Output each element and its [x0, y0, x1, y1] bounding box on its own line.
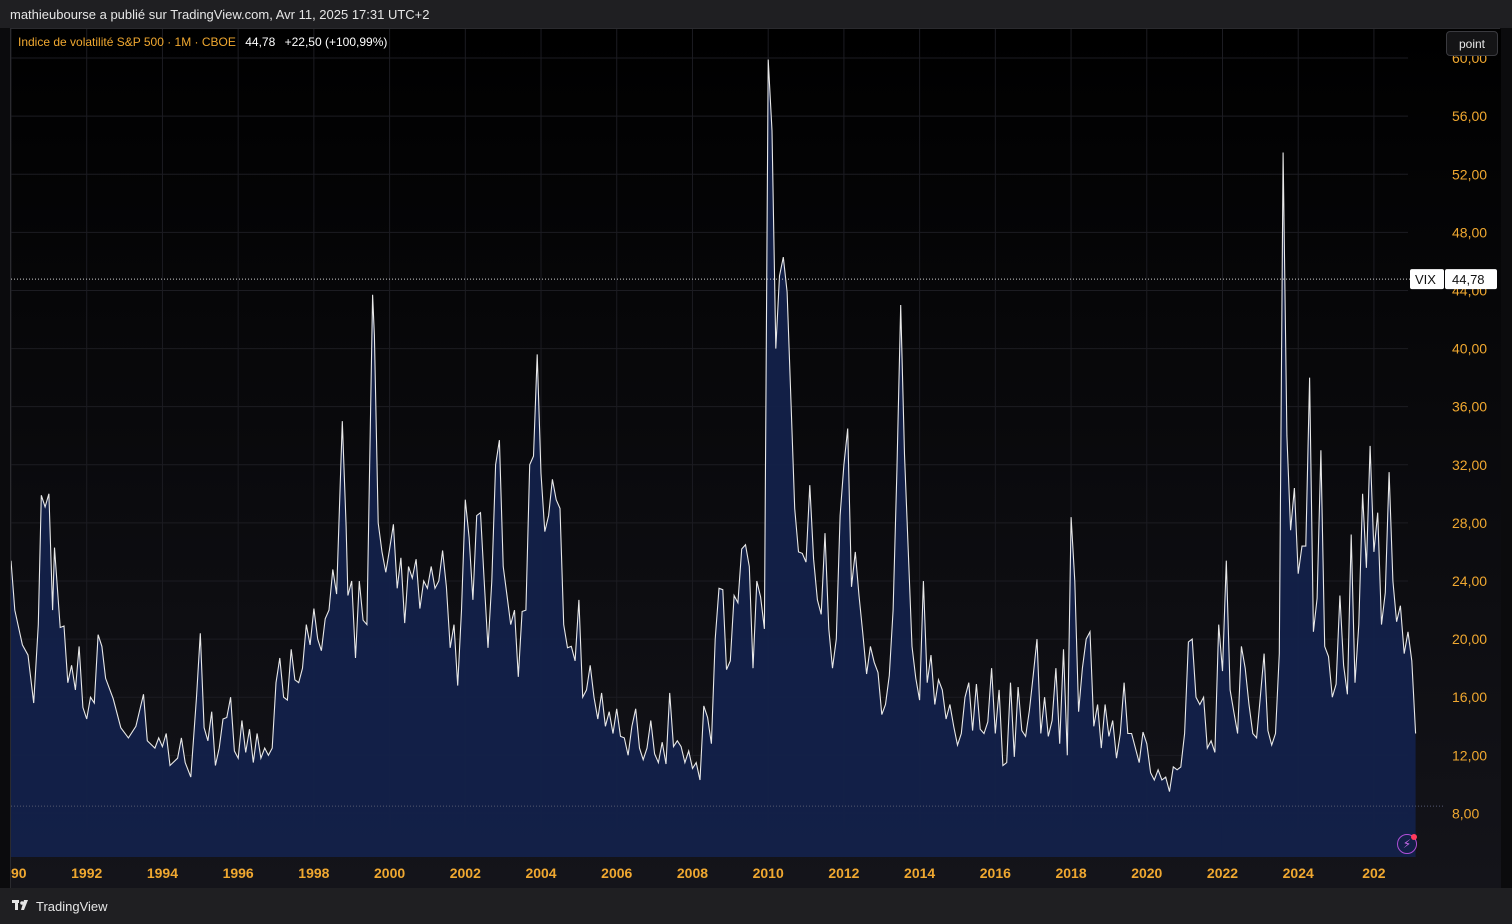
- y-tick-label: 28,00: [1452, 515, 1487, 531]
- x-tick-label: 2012: [828, 865, 859, 881]
- legend-change: +22,50 (+100,99%): [284, 35, 388, 49]
- publisher-bar: mathieubourse a publié sur TradingView.c…: [0, 0, 1512, 28]
- y-tick-label: 32,00: [1452, 457, 1487, 473]
- footer-bar: TradingView: [0, 888, 1512, 924]
- x-tick-label: 2018: [1055, 865, 1086, 881]
- notification-dot: [1411, 834, 1417, 840]
- publisher-line: mathieubourse a publié sur TradingView.c…: [10, 6, 430, 22]
- x-tick-label: 2004: [525, 865, 556, 881]
- x-tick-label: 2020: [1131, 865, 1162, 881]
- x-tick-label: 2016: [980, 865, 1011, 881]
- y-tick-label: 24,00: [1452, 573, 1487, 589]
- y-tick-label: 52,00: [1452, 166, 1487, 182]
- x-tick-label: 2000: [374, 865, 405, 881]
- price-tag-symbol: VIX: [1415, 272, 1436, 287]
- x-tick-label: 1992: [71, 865, 102, 881]
- chart-svg[interactable]: 8,00 12,00 16,00 20,00 24,00 28,00 32,00 36,00 4…: [11, 29, 1501, 889]
- y-tick-label: 8,00: [1452, 805, 1479, 821]
- legend-last-value: 44,78: [245, 35, 276, 49]
- x-tick-label: 2022: [1207, 865, 1238, 881]
- price-tag: VIX 44,78: [1410, 269, 1497, 290]
- price-tag-value: 44,78: [1452, 272, 1485, 287]
- y-tick-label: 56,00: [1452, 108, 1487, 124]
- x-tick-label: 2002: [450, 865, 481, 881]
- y-tick-label: 40,00: [1452, 341, 1487, 357]
- y-tick-label: 48,00: [1452, 224, 1487, 240]
- y-tick-label: 36,00: [1452, 399, 1487, 415]
- tradingview-logo-icon[interactable]: [12, 900, 30, 912]
- x-tick-label: 1998: [298, 865, 329, 881]
- chart-legend: Indice de volatilité S&P 500 · 1M · CBOE…: [18, 35, 387, 49]
- x-tick-label: 202: [1362, 865, 1386, 881]
- x-tick-label: 2010: [753, 865, 784, 881]
- point-scale-button[interactable]: point: [1446, 31, 1498, 56]
- x-tick-label: 2006: [601, 865, 632, 881]
- x-tick-label: 2008: [677, 865, 708, 881]
- x-tick-label: 2024: [1283, 865, 1314, 881]
- x-tick-label: 1996: [223, 865, 254, 881]
- x-tick-label: 2014: [904, 865, 935, 881]
- x-tick-label: 1994: [147, 865, 178, 881]
- y-tick-label: 20,00: [1452, 631, 1487, 647]
- legend-symbol: Indice de volatilité S&P 500 · 1M · CBOE: [18, 35, 236, 49]
- y-tick-label: 16,00: [1452, 689, 1487, 705]
- footer-brand[interactable]: TradingView: [36, 899, 108, 914]
- x-tick-label: 90: [11, 865, 27, 881]
- chart-frame[interactable]: 8,00 12,00 16,00 20,00 24,00 28,00 32,00 36,00 4…: [10, 28, 1501, 889]
- y-tick-label: 12,00: [1452, 747, 1487, 763]
